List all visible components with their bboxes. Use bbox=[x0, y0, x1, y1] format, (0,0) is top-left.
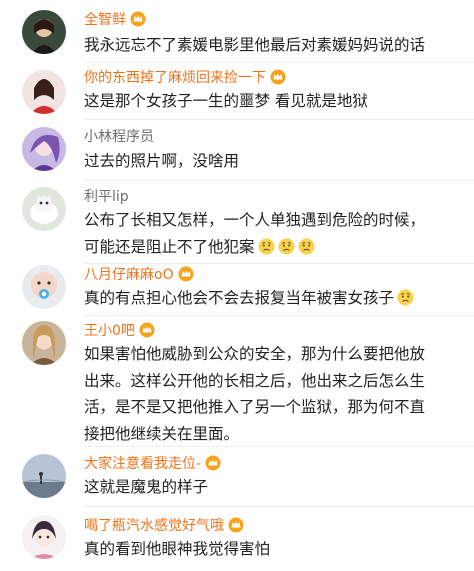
vip-crown-badge-icon bbox=[228, 517, 244, 533]
divider bbox=[84, 315, 474, 316]
divider bbox=[84, 62, 474, 63]
avatar[interactable] bbox=[22, 454, 66, 498]
vip-crown-badge-icon bbox=[270, 69, 286, 85]
comment-username[interactable]: 大家注意看我走位- bbox=[84, 453, 201, 473]
comment-text: 真的有点担心他会不会去报复当年被害女孩子 bbox=[84, 285, 464, 312]
divider bbox=[84, 446, 474, 447]
worried-face-emoji-icon bbox=[298, 238, 315, 255]
comment-text: 这是那个女孩子一生的噩梦 看见就是地狱 bbox=[84, 92, 368, 110]
divider bbox=[84, 506, 474, 507]
avatar[interactable] bbox=[22, 187, 66, 231]
avatar[interactable] bbox=[22, 265, 66, 309]
avatar[interactable] bbox=[22, 321, 66, 365]
comment-text: 公布了长相又怎样，一个人单独遇到危险的时候， 可能还是阻止不了他犯案 bbox=[84, 207, 464, 260]
vip-crown-badge-icon bbox=[139, 322, 155, 338]
comment-username[interactable]: 小林程序员 bbox=[84, 126, 154, 146]
divider bbox=[84, 119, 474, 120]
comment-text: 我永远忘不了素媛电影里他最后对素媛妈妈说的话 bbox=[84, 36, 426, 54]
comment-username[interactable]: 全智鲜 bbox=[84, 9, 126, 29]
vip-crown-badge-icon bbox=[205, 455, 221, 471]
comment-text-line: 出来。这样公开他的长相之后，他出来之后怎么生 bbox=[84, 371, 426, 390]
vip-crown-badge-icon bbox=[178, 266, 194, 282]
worried-face-emoji-icon bbox=[258, 238, 275, 255]
comment-text: 过去的照片啊，没啥用 bbox=[84, 152, 240, 170]
comment-text: 真的看到他眼神我觉得害怕 bbox=[84, 540, 271, 558]
comment-text-line: 活，是不是又把他推入了另一个监狱，那为何不直 bbox=[84, 398, 426, 416]
comment-text-line: 如果害怕他威胁到公众的安全，那为什么要把他放 bbox=[84, 345, 426, 363]
avatar[interactable] bbox=[22, 127, 66, 171]
comment-username[interactable]: 八月仔麻麻oO bbox=[84, 264, 174, 284]
avatar[interactable] bbox=[22, 515, 66, 559]
comment-username[interactable]: 利平lip bbox=[84, 186, 129, 206]
comment-username[interactable]: 你的东西掉了麻烦回来捡一下 bbox=[84, 67, 266, 87]
comment-text-line: 真的有点担心他会不会去报复当年被害女孩子 bbox=[84, 289, 395, 307]
comment-text: 如果害怕他威胁到公众的安全，那为什么要把他放 出来。这样公开他的长相之后，他出来… bbox=[84, 341, 464, 447]
comment-username[interactable]: 王小0吧 bbox=[84, 320, 135, 340]
worried-face-emoji-icon bbox=[397, 289, 414, 306]
comment-username[interactable]: 喝了瓶汽水感觉好气哦 bbox=[84, 515, 224, 535]
avatar[interactable] bbox=[22, 70, 66, 114]
comment-text-line: 接把他继续关在里面。 bbox=[84, 424, 240, 443]
comment-text-line: 公布了长相又怎样，一个人单独遇到危险的时候， bbox=[84, 211, 426, 229]
comment-text: 这就是魔鬼的样子 bbox=[84, 478, 209, 496]
divider bbox=[84, 180, 474, 181]
worried-face-emoji-icon bbox=[278, 238, 295, 255]
avatar[interactable] bbox=[22, 10, 66, 54]
vip-crown-badge-icon bbox=[130, 11, 146, 27]
comment-text-line: 可能还是阻止不了他犯案 bbox=[84, 237, 255, 256]
